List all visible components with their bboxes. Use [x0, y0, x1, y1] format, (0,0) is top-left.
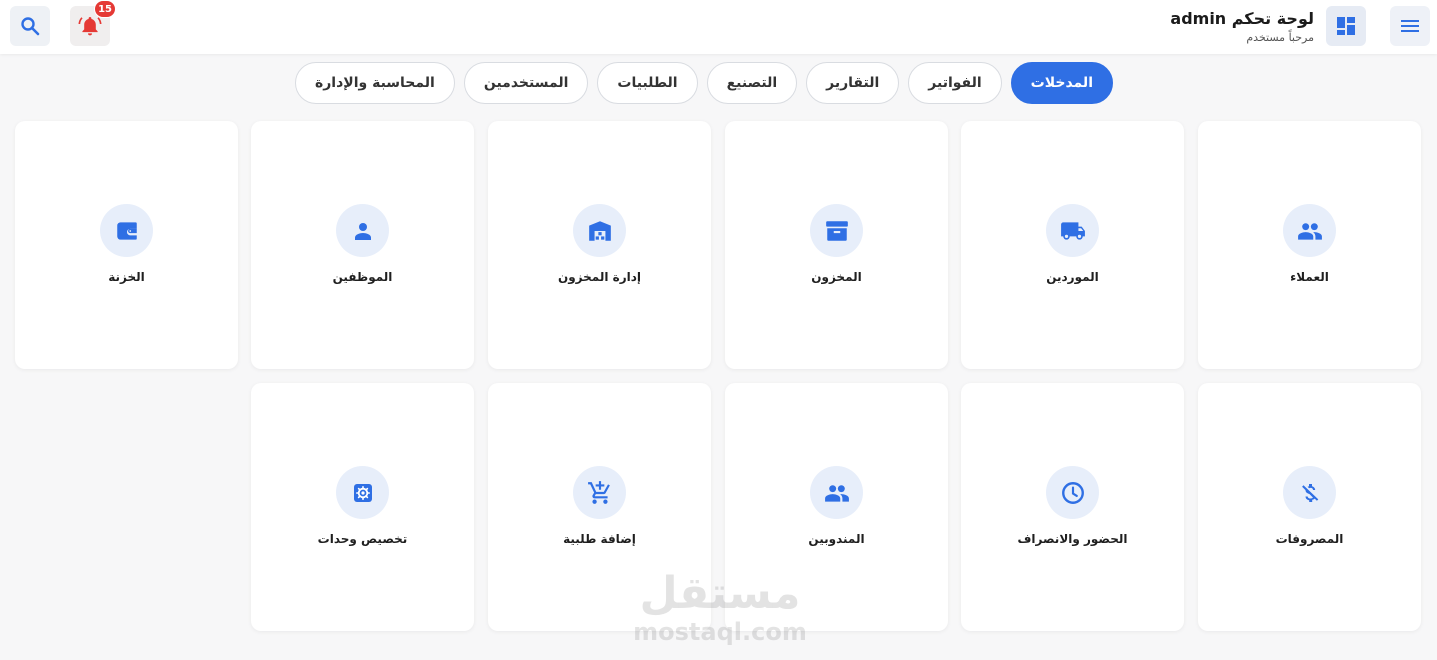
tab-orders[interactable]: الطلبيات	[597, 62, 698, 104]
card-suppliers[interactable]: الموردين	[961, 121, 1184, 369]
card-label: المخزون	[811, 270, 862, 284]
bell-ringing-icon	[78, 17, 102, 36]
tab-users[interactable]: المستخدمين	[463, 62, 589, 104]
add-cart-icon	[587, 480, 610, 504]
card-assign-units[interactable]: تخصيص وحدات	[251, 383, 474, 631]
card-label: العملاء	[1290, 270, 1329, 284]
people-icon	[1297, 222, 1322, 240]
person-icon	[354, 222, 371, 240]
tab-accounting-admin[interactable]: المحاسبة والإدارة	[294, 62, 455, 104]
tab-reports[interactable]: التقارير	[806, 62, 900, 104]
archive-box-icon	[825, 220, 848, 241]
card-representatives[interactable]: المندوبين	[725, 383, 948, 631]
truck-icon	[1060, 221, 1085, 240]
people-icon	[824, 484, 849, 502]
card-expenses[interactable]: المصروفات	[1198, 383, 1421, 631]
settings-icon	[353, 483, 372, 502]
search-icon	[21, 17, 40, 36]
search-button[interactable]	[10, 6, 50, 46]
welcome-subtitle: مرحباً مستخدم	[1246, 31, 1314, 44]
card-label: الموردين	[1046, 270, 1099, 284]
wallet-icon	[116, 221, 137, 240]
card-add-order[interactable]: إضافة طلبية	[488, 383, 711, 631]
notification-count-badge: 15	[94, 0, 116, 18]
card-inventory-management[interactable]: إدارة المخزون	[488, 121, 711, 369]
card-label: الحضور والانصراف	[1017, 532, 1128, 546]
card-label: الموظفين	[332, 270, 393, 284]
warehouse-icon	[588, 220, 611, 241]
card-label: إضافة طلبية	[563, 532, 636, 546]
card-label: المندوبين	[808, 532, 865, 546]
tab-inputs[interactable]: المدخلات	[1010, 62, 1113, 104]
dashboard-icon	[1337, 17, 1355, 35]
hamburger-menu-icon	[1401, 20, 1419, 32]
clock-icon	[1061, 481, 1084, 504]
card-label: إدارة المخزون	[557, 270, 642, 284]
dashboard-button[interactable]	[1326, 6, 1366, 46]
card-employees[interactable]: الموظفين	[251, 121, 474, 369]
notifications-button[interactable]: 15	[70, 0, 116, 46]
card-label: المصروفات	[1275, 532, 1344, 546]
category-tabs: المدخلات الفواتير التقارير التصنيع الطلب…	[294, 62, 1113, 104]
tab-manufacturing[interactable]: التصنيع	[706, 62, 798, 104]
tab-invoices[interactable]: الفواتير	[908, 62, 1002, 104]
page-title: لوحة تحكم admin	[1170, 9, 1314, 28]
menu-button[interactable]	[1390, 6, 1430, 46]
brand-block: لوحة تحكم admin مرحباً مستخدم	[1170, 9, 1314, 45]
money-off-icon	[1301, 483, 1318, 502]
top-bar: لوحة تحكم admin مرحباً مستخدم 15	[0, 0, 1437, 54]
card-treasury[interactable]: الخزنة	[15, 121, 238, 369]
card-label: الخزنة	[108, 270, 145, 284]
card-label: تخصيص وحدات	[317, 532, 408, 546]
card-inventory[interactable]: المخزون	[725, 121, 948, 369]
card-attendance[interactable]: الحضور والانصراف	[961, 383, 1184, 631]
card-customers[interactable]: العملاء	[1198, 121, 1421, 369]
